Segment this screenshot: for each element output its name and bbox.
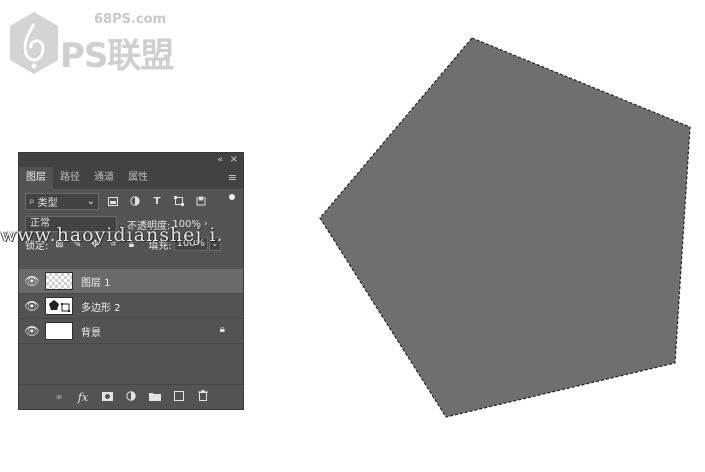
layer-name: 图层 1 [81,277,111,289]
type-filter-icon[interactable]: T [149,193,165,209]
shape-layer-thumbnail [45,297,73,315]
watermark-url: www.haoyidianshej i. [0,224,224,246]
layer-name: 背景 [81,327,101,339]
eye-icon[interactable]: 👁︎ [19,274,45,288]
layer-name: 多边形 2 [81,302,121,314]
adjustment-icon[interactable] [119,390,143,404]
fx-icon[interactable]: fx [71,391,95,404]
mask-icon[interactable] [95,391,119,404]
new-layer-icon[interactable] [167,390,191,404]
panel-tabs: 图层 路径 通道 属性 ≡ [19,167,243,189]
eye-icon[interactable]: 👁︎ [19,324,45,338]
layer-row-polygon2[interactable]: 👁︎ 多边形 2 [19,294,243,319]
filter-kind-label: 类型 [37,197,58,209]
adjustment-filter-icon[interactable] [127,193,143,209]
panel-bottom-toolbar: ⚭ fx [19,384,243,409]
smart-object-filter-icon[interactable] [193,193,209,209]
link-icon[interactable]: ⚭ [47,391,71,404]
panel-titlebar: « × [19,153,243,167]
folder-icon[interactable] [143,391,167,404]
filter-row: ⌕ 类型 ⌄ T [19,189,243,213]
layer-thumbnail [45,322,73,340]
tab-layers[interactable]: 图层 [19,167,53,189]
shape-filter-icon[interactable] [171,193,187,209]
layer-thumbnail [45,272,73,290]
filter-toggle[interactable] [229,194,235,200]
layer-row-layer1[interactable]: 👁︎ 图层 1 [19,269,243,294]
close-icon[interactable]: × [230,153,238,167]
chevron-down-icon: ⌄ [86,195,95,207]
search-icon: ⌕ [29,195,35,207]
layer-list: 👁︎ 图层 1 👁︎ 多边形 2 👁︎ 背景 🔒︎ [19,269,243,344]
image-filter-icon[interactable] [105,193,121,209]
tab-paths[interactable]: 路径 [53,167,87,189]
lock-icon: 🔒︎ [219,324,225,335]
filter-kind-select[interactable]: ⌕ 类型 ⌄ [25,192,99,210]
layer-row-background[interactable]: 👁︎ 背景 🔒︎ [19,319,243,344]
tab-properties[interactable]: 属性 [121,167,155,189]
layers-panel: « × 图层 路径 通道 属性 ≡ ⌕ 类型 ⌄ T 正常 不透明度: 100%… [18,152,244,410]
panel-menu-icon[interactable]: ≡ [228,171,237,184]
collapse-icon[interactable]: « [217,153,223,167]
tab-channels[interactable]: 通道 [87,167,121,189]
eye-icon[interactable]: 👁︎ [19,299,45,313]
trash-icon[interactable] [191,390,215,404]
